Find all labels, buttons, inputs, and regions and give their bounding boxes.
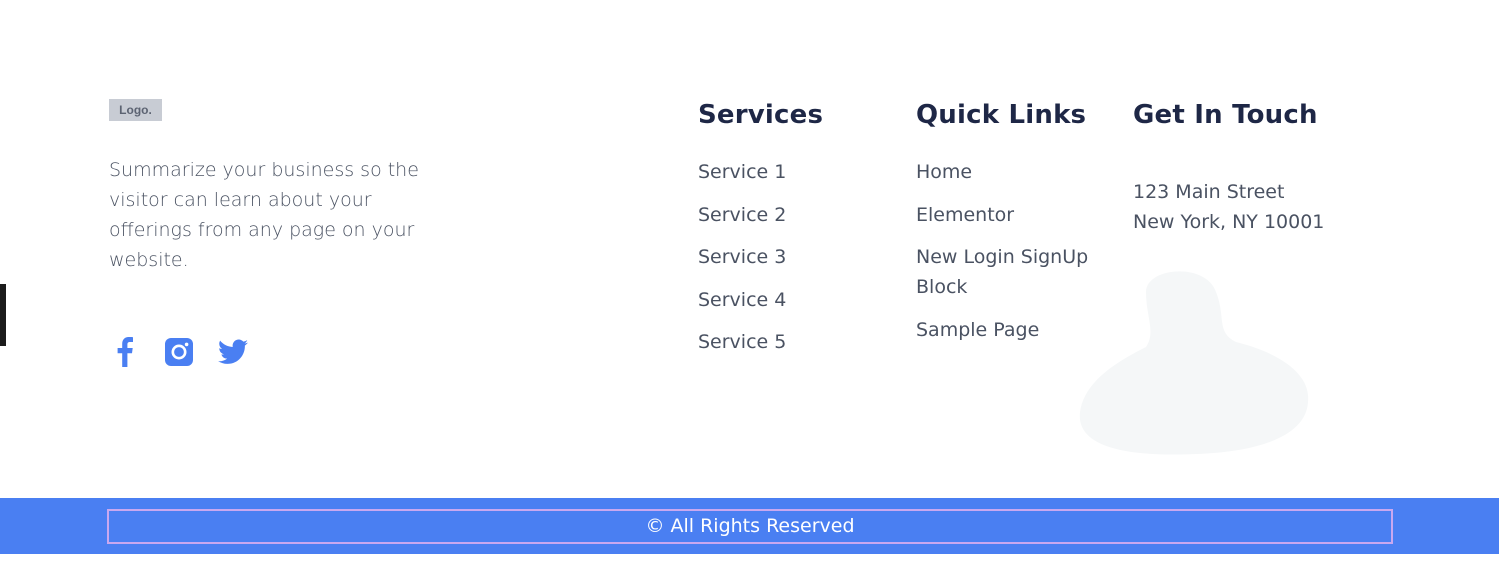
services-heading: Services — [698, 100, 824, 130]
twitter-icon — [218, 339, 248, 364]
contact-heading: Get In Touch — [1133, 100, 1318, 130]
footer-section: Logo. Summarize your business so the vis… — [0, 0, 1499, 576]
service-link-2[interactable]: Service 2 — [698, 200, 888, 230]
side-tab[interactable] — [0, 284, 6, 346]
business-summary: Summarize your business so the visitor c… — [109, 159, 419, 271]
instagram-link[interactable] — [163, 336, 195, 368]
facebook-link[interactable] — [109, 336, 141, 368]
service-link-3[interactable]: Service 3 — [698, 242, 888, 272]
social-links — [109, 336, 249, 368]
address: 123 Main Street New York, NY 10001 — [1133, 177, 1393, 237]
watermark-graphic — [1079, 271, 1309, 455]
service-link-1[interactable]: Service 1 — [698, 157, 888, 187]
contact-column: Get In Touch 123 Main Street New York, N… — [1133, 97, 1393, 237]
logo[interactable]: Logo. — [109, 99, 162, 121]
copyright-bar: © All Rights Reserved — [0, 498, 1499, 554]
quick-links-heading: Quick Links — [916, 100, 1087, 130]
service-link-4[interactable]: Service 4 — [698, 285, 888, 315]
instagram-icon — [165, 338, 193, 366]
address-line-1: 123 Main Street — [1133, 181, 1285, 203]
twitter-link[interactable] — [217, 336, 249, 368]
quick-link-home[interactable]: Home — [916, 157, 1106, 187]
services-column: Services Service 1 Service 2 Service 3 S… — [698, 97, 888, 370]
quick-link-elementor[interactable]: Elementor — [916, 200, 1106, 230]
facebook-icon — [117, 337, 133, 367]
services-list: Service 1 Service 2 Service 3 Service 4 … — [698, 157, 888, 357]
service-link-5[interactable]: Service 5 — [698, 327, 888, 357]
copyright-text: © All Rights Reserved — [107, 509, 1393, 544]
address-line-2: New York, NY 10001 — [1133, 211, 1325, 233]
